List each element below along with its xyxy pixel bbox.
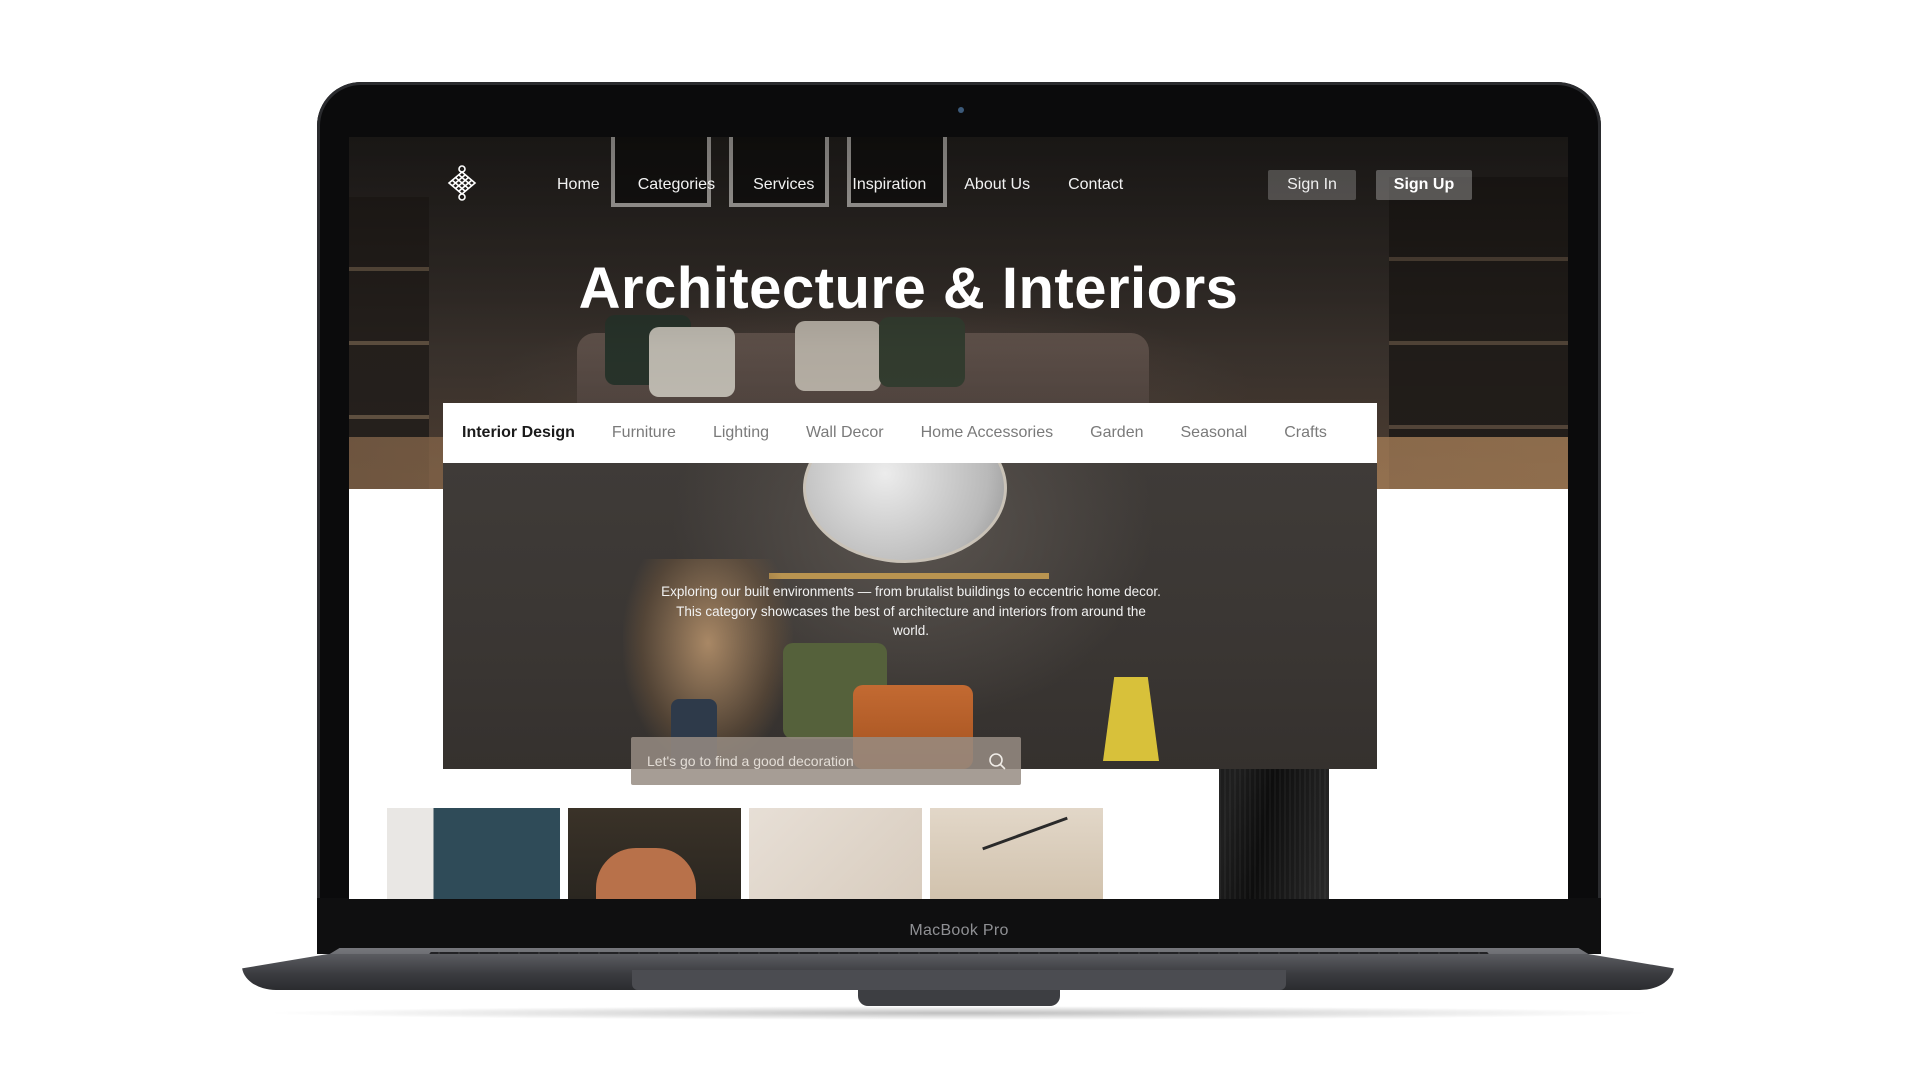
feature-mirror bbox=[803, 463, 1007, 563]
search-bar bbox=[631, 737, 1021, 785]
nav-link-home[interactable]: Home bbox=[557, 175, 600, 195]
category-feature-banner: Exploring our built environments — from … bbox=[443, 463, 1377, 769]
gallery-thumbnail[interactable] bbox=[568, 808, 741, 899]
tab-furniture[interactable]: Furniture bbox=[612, 424, 676, 442]
gallery-thumbnail[interactable] bbox=[749, 808, 922, 899]
feature-shelf bbox=[769, 573, 1049, 579]
thumbnail-lamp bbox=[982, 816, 1068, 851]
tab-garden[interactable]: Garden bbox=[1090, 424, 1143, 442]
page-title: Architecture & Interiors bbox=[578, 256, 1239, 321]
feature-yellow-towel bbox=[1103, 677, 1159, 761]
search-input[interactable] bbox=[647, 737, 977, 785]
nav-link-contact[interactable]: Contact bbox=[1068, 175, 1123, 195]
nav-link-about-us[interactable]: About Us bbox=[964, 175, 1030, 195]
tab-lighting[interactable]: Lighting bbox=[713, 424, 769, 442]
sign-up-button[interactable]: Sign Up bbox=[1376, 170, 1472, 200]
tab-crafts[interactable]: Crafts bbox=[1284, 424, 1327, 442]
category-tabs: Interior Design Furniture Lighting Wall … bbox=[443, 403, 1377, 463]
browser-screen: Home Categories Services Inspiration Abo… bbox=[349, 137, 1568, 899]
webcam bbox=[958, 107, 964, 113]
gallery-thumbnail[interactable] bbox=[930, 808, 1103, 899]
laptop-notch bbox=[858, 990, 1060, 1006]
page: MacBook Pro Home Categories Services Ins… bbox=[0, 0, 1918, 1090]
tab-seasonal[interactable]: Seasonal bbox=[1181, 424, 1248, 442]
nav-link-categories[interactable]: Categories bbox=[638, 175, 715, 195]
laptop-model-label: MacBook Pro bbox=[909, 922, 1009, 939]
nav-links: Home Categories Services Inspiration Abo… bbox=[557, 175, 1161, 195]
laptop-trackpad bbox=[632, 970, 1286, 990]
nav-link-inspiration[interactable]: Inspiration bbox=[852, 175, 926, 195]
gallery-thumbnail[interactable] bbox=[387, 808, 560, 899]
top-navigation: Home Categories Services Inspiration Abo… bbox=[349, 137, 1568, 227]
category-description: Exploring our built environments — from … bbox=[661, 584, 1161, 638]
laptop-shadow bbox=[260, 1006, 1658, 1020]
sign-in-button[interactable]: Sign In bbox=[1268, 170, 1356, 200]
search-icon[interactable] bbox=[988, 752, 1006, 770]
thumbnail-chair bbox=[596, 848, 696, 899]
tab-home-accessories[interactable]: Home Accessories bbox=[921, 424, 1054, 442]
tab-wall-decor[interactable]: Wall Decor bbox=[806, 424, 884, 442]
knot-logo-icon[interactable] bbox=[446, 165, 478, 201]
tab-interior-design[interactable]: Interior Design bbox=[462, 424, 575, 442]
nav-link-services[interactable]: Services bbox=[753, 175, 814, 195]
